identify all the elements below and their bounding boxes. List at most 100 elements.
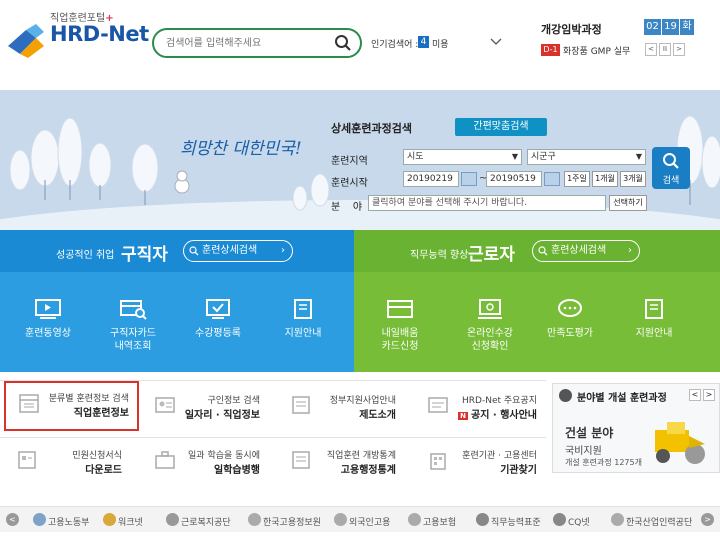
footer-link[interactable]: 한국산업인력공단 bbox=[626, 515, 692, 528]
footer-link[interactable]: 한국고용정보원 bbox=[263, 515, 321, 528]
next-button[interactable]: > bbox=[673, 43, 685, 56]
jobseeker-header: 성공적인 취업 구직자 훈련상세검색 › bbox=[0, 230, 354, 272]
check-screen-icon bbox=[206, 299, 230, 319]
special-line1: 건설 분야 bbox=[565, 426, 614, 440]
main-banner: 희망찬 대한민국! 상세훈련과정검색 간편맞춤검색 훈련지역 시도 ▼ 시군구 ▼ … bbox=[0, 90, 720, 230]
logo-title[interactable]: HRD-Net bbox=[50, 22, 149, 46]
popular-keyword[interactable]: 미용 bbox=[432, 37, 449, 50]
search-icon bbox=[663, 153, 679, 169]
pause-button[interactable]: II bbox=[659, 43, 671, 56]
popular-label: 인기검색어 : bbox=[371, 40, 419, 50]
worker-detail-search-button[interactable]: 훈련상세검색 › bbox=[532, 240, 640, 262]
briefcase-icon bbox=[155, 451, 175, 469]
service-support-guide[interactable]: 지원안내 bbox=[610, 298, 698, 340]
open-weekday: 화 bbox=[680, 19, 694, 35]
chevron-down-icon[interactable] bbox=[490, 35, 502, 47]
divider bbox=[0, 437, 546, 438]
pill-label: 훈련상세검색 bbox=[202, 245, 258, 256]
jobseeker-detail-search-button[interactable]: 훈련상세검색 › bbox=[183, 240, 293, 262]
sigungu-select[interactable]: 시군구 ▼ bbox=[527, 149, 646, 165]
service-online-check[interactable]: 온라인수강 신청확인 bbox=[446, 298, 534, 353]
jobseeker-services: 훈련동영상 구직자카드 내역조회 수강평등록 지원안내 bbox=[0, 272, 354, 372]
footer-link[interactable]: 워크넷 bbox=[118, 515, 143, 528]
field-select-input[interactable]: 클릭하여 분야를 선택해 주시기 바랍니다. bbox=[368, 195, 606, 211]
period-1month-button[interactable]: 1개월 bbox=[592, 171, 618, 187]
eps-logo-icon bbox=[334, 513, 347, 526]
custom-search-button[interactable]: 간편맞춤검색 bbox=[455, 118, 547, 136]
field-select-button[interactable]: 선택하기 bbox=[609, 195, 647, 211]
search-icon[interactable] bbox=[334, 34, 352, 52]
chevron-right-icon: › bbox=[628, 245, 632, 256]
roller-truck-icon bbox=[655, 422, 705, 464]
tile-system-intro[interactable]: 정부지원사업안내 제도소개 bbox=[278, 385, 404, 427]
date-to-input[interactable]: 20190519 bbox=[486, 171, 542, 187]
worker-services: 내일배움 카드신청 온라인수강 신청확인 만족도평가 지원안내 bbox=[354, 272, 720, 372]
pill-label: 훈련상세검색 bbox=[551, 245, 607, 256]
tile-job-info[interactable]: 구인정보 검색 일자리 · 직업정보 bbox=[142, 385, 268, 427]
region-label: 훈련지역 bbox=[331, 156, 368, 167]
play-icon bbox=[559, 389, 572, 402]
page: 직업훈련포털+ HRD-Net 인기검색어 : 4 미용 개강임박과정 02 1… bbox=[0, 0, 720, 537]
d-day-badge: D-1 bbox=[541, 44, 560, 56]
tile-forms-download[interactable]: 민원신청서식 다운로드 bbox=[4, 440, 130, 482]
open-month: 02 bbox=[644, 19, 661, 35]
sido-select[interactable]: 시도 ▼ bbox=[403, 149, 522, 165]
worknet-logo-icon bbox=[103, 513, 116, 526]
online-icon bbox=[478, 299, 502, 319]
footer-link[interactable]: 외국인고용 bbox=[349, 515, 390, 528]
period-1week-button[interactable]: 1주일 bbox=[564, 171, 590, 187]
ei-logo-icon bbox=[408, 513, 421, 526]
tile-statistics[interactable]: 직업훈련 개방통계 고용행정통계 bbox=[278, 440, 404, 482]
search-button-label: 검색 bbox=[662, 176, 680, 186]
search-input[interactable] bbox=[166, 35, 331, 51]
footer-link[interactable]: CQ넷 bbox=[568, 515, 590, 528]
document-icon bbox=[292, 396, 310, 414]
book-icon bbox=[294, 299, 312, 319]
service-support-guide[interactable]: 지원안내 bbox=[259, 298, 347, 340]
dropdown-arrow-icon: ▼ bbox=[511, 152, 518, 161]
footer-link[interactable]: 직무능력표준 bbox=[491, 515, 541, 528]
special-next-button[interactable]: > bbox=[703, 389, 715, 401]
id-card-icon bbox=[155, 397, 175, 413]
service-card-inquiry[interactable]: 구직자카드 내역조회 bbox=[89, 298, 177, 353]
jobseeker-subtitle: 성공적인 취업 bbox=[56, 250, 115, 261]
tile-notice[interactable]: HRD-Net 주요공지 N 공지 · 행사안내 bbox=[415, 385, 545, 427]
moel-logo-icon bbox=[33, 513, 46, 526]
banner-slogan: 희망찬 대한민국! bbox=[180, 139, 302, 159]
special-prev-button[interactable]: < bbox=[689, 389, 701, 401]
worker-title: 근로자 bbox=[468, 245, 515, 265]
footer-next-button[interactable]: > bbox=[701, 513, 714, 526]
date-from-input[interactable]: 20190219 bbox=[403, 171, 459, 187]
cq-logo-icon bbox=[553, 513, 566, 526]
footer-link[interactable]: 고용보험 bbox=[423, 515, 456, 528]
search-box bbox=[152, 28, 362, 58]
tile-find-institution[interactable]: 훈련기관 · 고용센터 기관찾기 bbox=[415, 440, 545, 482]
notice-icon bbox=[428, 397, 448, 413]
calendar-icon[interactable] bbox=[461, 172, 477, 186]
footer-link[interactable]: 고용노동부 bbox=[48, 515, 89, 528]
detail-search-button[interactable]: 검색 bbox=[652, 147, 690, 189]
hrdk-logo-icon bbox=[611, 513, 624, 526]
calendar-icon[interactable] bbox=[544, 172, 560, 186]
special-courses-box[interactable]: 분야별 개설 훈련과정 < > 건설 분야 국비지원 개설 훈련과정 1275개 bbox=[552, 383, 720, 473]
open-course-name[interactable]: 화장품 GMP 실무 bbox=[563, 44, 630, 57]
start-date-label: 훈련시작 bbox=[331, 178, 368, 189]
tile-training-info[interactable]: 분류별 훈련정보 검색 직업훈련정보 bbox=[4, 381, 139, 431]
service-video[interactable]: 훈련동영상 bbox=[4, 298, 92, 340]
footer-link[interactable]: 근로복지공단 bbox=[181, 515, 231, 528]
service-satisfaction[interactable]: 만족도평가 bbox=[526, 298, 614, 340]
service-review[interactable]: 수강평등록 bbox=[174, 298, 262, 340]
stats-icon bbox=[292, 451, 310, 469]
new-badge: N bbox=[458, 412, 469, 420]
service-card-apply[interactable]: 내일배움 카드신청 bbox=[356, 298, 444, 353]
tile-work-learning[interactable]: 일과 학습을 동시에 일학습병행 bbox=[142, 440, 268, 482]
worker-subtitle: 직무능력 향상 bbox=[410, 250, 469, 261]
footer-prev-button[interactable]: < bbox=[6, 513, 19, 526]
search-icon bbox=[538, 246, 548, 256]
prev-button[interactable]: < bbox=[645, 43, 657, 56]
keis-logo-icon bbox=[248, 513, 261, 526]
special-title: 분야별 개설 훈련과정 bbox=[577, 393, 667, 404]
jobseeker-title: 구직자 bbox=[121, 245, 168, 265]
hrd-logo-icon[interactable] bbox=[6, 24, 46, 58]
period-3month-button[interactable]: 3개월 bbox=[620, 171, 646, 187]
